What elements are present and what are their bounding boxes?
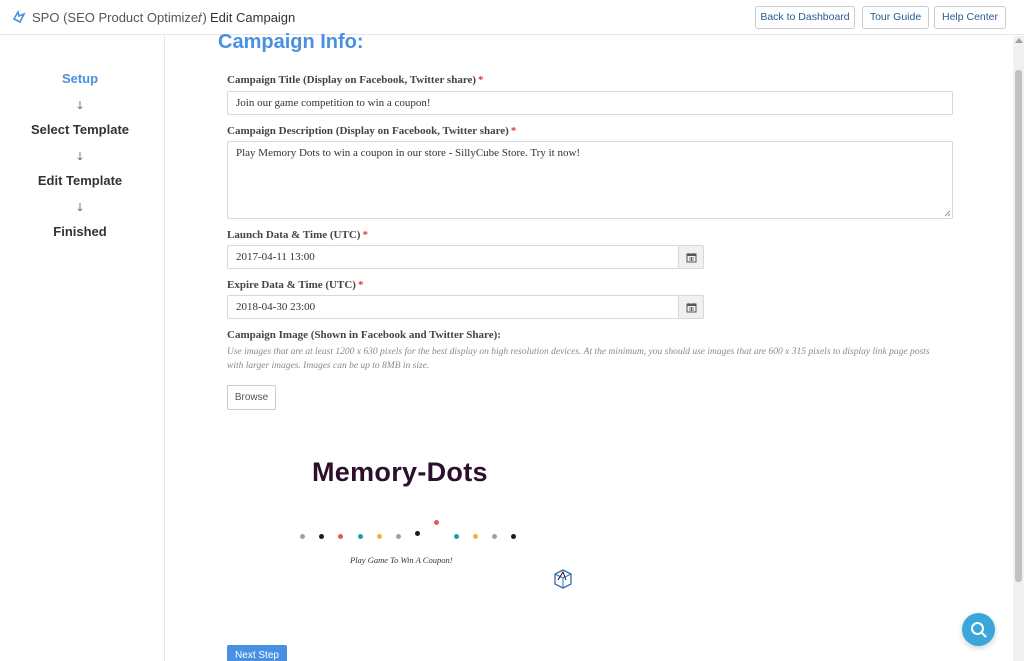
expire-calendar-button[interactable]	[679, 295, 704, 319]
cube-logo-icon	[554, 569, 572, 589]
preview-dot	[319, 534, 325, 539]
campaign-description-textarea[interactable]: Play Memory Dots to win a coupon in our …	[227, 141, 953, 219]
campaign-image-label: Campaign Image (Shown in Facebook and Tw…	[227, 329, 501, 341]
required-marker: *	[510, 125, 517, 137]
preview-dot	[453, 534, 459, 539]
preview-dot	[300, 534, 305, 539]
breadcrumb-app[interactable]: SPO (SEO Product Optimizer)	[32, 10, 207, 25]
browse-button[interactable]: Browse	[227, 385, 276, 410]
calendar-icon	[686, 303, 697, 313]
preview-dot	[511, 534, 517, 539]
expire-date-label: Expire Data & Time (UTC) *	[227, 279, 364, 291]
scroll-up-arrow-icon[interactable]	[1015, 38, 1023, 43]
next-step-button[interactable]: Next Step	[227, 645, 287, 661]
brand-logo-icon[interactable]	[12, 10, 26, 24]
preview-dot	[338, 534, 344, 539]
top-bar: SPO (SEO Product Optimizer) / Edit Campa…	[0, 0, 1024, 35]
arrow-down-icon: 🡓	[77, 151, 83, 163]
preview-dot	[396, 534, 401, 539]
breadcrumb-current-page: Edit Campaign	[210, 10, 296, 25]
campaign-image-hint: Use images that are at least 1200 x 630 …	[227, 347, 930, 371]
campaign-description-label: Campaign Description (Display on Faceboo…	[227, 125, 517, 137]
help-center-button[interactable]: Help Center	[934, 6, 1006, 29]
required-marker: *	[362, 229, 368, 241]
required-marker: *	[357, 279, 364, 291]
campaign-title-input[interactable]: Join our game competition to win a coupo…	[227, 91, 953, 115]
back-to-dashboard-button[interactable]: Back to Dashboard	[755, 6, 855, 29]
launch-date-input[interactable]: 2017-04-11 13:00	[227, 245, 679, 269]
search-icon	[971, 622, 987, 638]
tour-guide-button[interactable]: Tour Guide	[862, 6, 929, 29]
step-edit-template[interactable]: Edit Template	[0, 173, 160, 188]
arrow-down-icon: 🡓	[77, 202, 83, 214]
section-title: Campaign Info:	[218, 31, 364, 53]
step-setup[interactable]: Setup	[0, 71, 160, 86]
required-marker: *	[478, 74, 484, 86]
preview-dot	[492, 534, 497, 539]
arrow-down-icon: 🡓	[77, 100, 83, 112]
launch-date-label: Launch Data & Time (UTC) *	[227, 229, 368, 241]
resize-handle-icon[interactable]	[944, 210, 951, 217]
launch-calendar-button[interactable]	[679, 245, 704, 269]
preview-dot	[376, 534, 382, 539]
scrollbar-thumb[interactable]	[1015, 70, 1022, 582]
calendar-icon	[686, 253, 697, 263]
step-finished[interactable]: Finished	[0, 224, 160, 239]
help-search-button[interactable]	[962, 613, 995, 646]
preview-game-title: Memory-Dots	[312, 457, 488, 487]
campaign-title-label: Campaign Title (Display on Facebook, Twi…	[227, 74, 484, 86]
preview-dot	[415, 531, 421, 536]
expire-date-input[interactable]: 2018-04-30 23:00	[227, 295, 679, 319]
step-select-template[interactable]: Select Template	[0, 122, 160, 137]
preview-tagline: Play Game To Win A Coupon!	[350, 555, 453, 565]
breadcrumb-separator: /	[198, 10, 202, 25]
preview-dot	[434, 520, 440, 525]
preview-dot	[472, 534, 478, 539]
preview-dot	[357, 534, 363, 539]
